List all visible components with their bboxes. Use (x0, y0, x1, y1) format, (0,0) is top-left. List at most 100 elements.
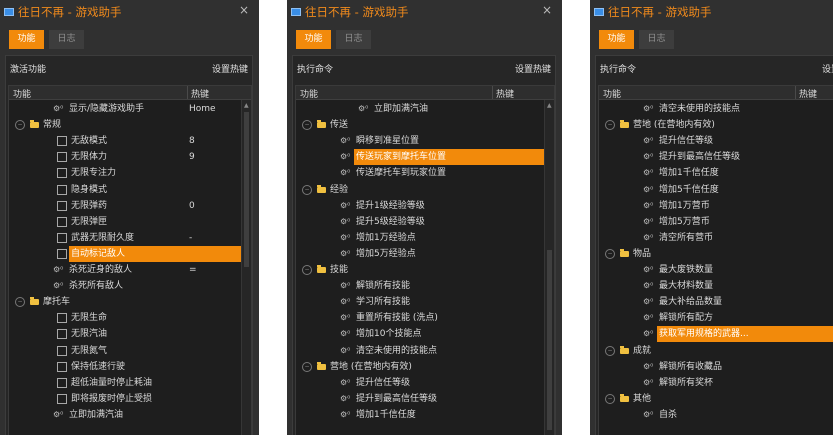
checkbox[interactable] (57, 361, 67, 372)
table-row[interactable]: 无敌模式 8 (9, 133, 251, 149)
column-header-hotkey[interactable]: 热键 (191, 87, 209, 100)
checkbox[interactable] (57, 152, 67, 163)
collapse-icon[interactable]: − (605, 120, 615, 131)
checkbox[interactable] (57, 232, 67, 243)
table-row[interactable]: ⚙⁰ 解锁所有奖杯 (599, 375, 833, 391)
checkbox[interactable] (57, 216, 67, 227)
table-row[interactable]: ⚙⁰ 增加1千信任度 (296, 407, 554, 423)
table-row[interactable]: ⚙⁰ 提升信任等级 (599, 133, 833, 149)
scrollbar-thumb[interactable] (547, 250, 552, 430)
table-row[interactable]: ⚙⁰ 提升1级经验等级 (296, 198, 554, 214)
checkbox[interactable] (57, 136, 67, 147)
table-row[interactable]: 无限弹匣 (9, 214, 251, 230)
collapse-icon[interactable]: − (605, 393, 615, 404)
tab-log[interactable]: 日志 (336, 30, 371, 49)
tree-group-row[interactable]: − 物品 (599, 246, 833, 262)
table-row[interactable]: ⚙⁰ 提升5级经验等级 (296, 214, 554, 230)
tab-log[interactable]: 日志 (49, 30, 84, 49)
checkbox[interactable] (57, 248, 67, 259)
table-row[interactable]: 无限弹药 0 (9, 198, 251, 214)
table-row[interactable]: ⚙⁰ 显示/隐藏游戏助手 Home (9, 101, 251, 117)
column-header-function[interactable]: 功能 (300, 87, 318, 100)
column-divider[interactable] (795, 86, 796, 99)
tab-functions[interactable]: 功能 (599, 30, 634, 49)
table-row[interactable]: ⚙⁰ 立即加满汽油 (9, 407, 251, 423)
tab-functions[interactable]: 功能 (296, 30, 331, 49)
table-row[interactable]: 武器无限耐久度 - (9, 230, 251, 246)
table-row[interactable]: ⚙⁰ 清空所有营币 (599, 230, 833, 246)
checkbox[interactable] (57, 329, 67, 340)
vertical-scrollbar[interactable]: ▲ (241, 100, 251, 435)
collapse-icon[interactable]: − (302, 184, 312, 195)
table-row[interactable]: 无限体力 9 (9, 149, 251, 165)
column-divider[interactable] (187, 86, 188, 99)
vertical-scrollbar[interactable]: ▲ (544, 100, 554, 435)
collapse-icon[interactable]: − (302, 120, 312, 131)
column-header-hotkey[interactable]: 热键 (799, 87, 817, 100)
tree-group-row[interactable]: − 传送 (296, 117, 554, 133)
table-row[interactable]: 自动标记敌人 (57, 245, 247, 262)
table-row[interactable]: ⚙⁰ 学习所有技能 (296, 294, 554, 310)
table-row[interactable]: 无限专注力 (9, 165, 251, 181)
table-row[interactable]: ⚙⁰ 增加1万经验点 (296, 230, 554, 246)
table-row[interactable]: ⚙⁰ 提升到最高信任等级 (599, 149, 833, 165)
checkbox[interactable] (57, 345, 67, 356)
table-row[interactable]: ⚙⁰ 最大补给品数量 (599, 294, 833, 310)
collapse-icon[interactable]: − (15, 120, 25, 131)
tree-group-row[interactable]: − 摩托车 (9, 294, 251, 310)
scroll-up-icon[interactable]: ▲ (244, 102, 249, 109)
collapse-icon[interactable]: − (302, 265, 312, 275)
set-hotkey-button[interactable]: 设置热键 (515, 62, 551, 75)
title-bar[interactable]: 往日不再 - 游戏助手 (590, 0, 833, 24)
table-row[interactable]: 无限汽油 (9, 326, 251, 342)
table-row[interactable]: 无限生命 (9, 310, 251, 326)
collapse-icon[interactable]: − (15, 297, 25, 308)
table-row[interactable]: ⚙⁰ 增加10个技能点 (296, 326, 554, 342)
table-row[interactable]: 无限氮气 (9, 343, 251, 359)
tree-group-row[interactable]: − 营地 (在营地内有效) (599, 117, 833, 133)
tree-group-row[interactable]: − 技能 (296, 262, 554, 278)
tab-functions[interactable]: 功能 (9, 30, 44, 49)
table-row[interactable]: ⚙⁰ 最大废铁数量 (599, 262, 833, 278)
table-row[interactable]: ⚙⁰ 获取军用规格的武器... (643, 326, 833, 343)
checkbox[interactable] (57, 313, 67, 324)
title-bar[interactable]: 往日不再 - 游戏助手 (0, 0, 259, 24)
table-row[interactable]: ⚙⁰ 传送玩家到摩托车位置 (340, 149, 552, 166)
column-header-hotkey[interactable]: 热键 (496, 87, 514, 100)
table-row[interactable]: ⚙⁰ 传送摩托车到玩家位置 (296, 165, 554, 181)
table-row[interactable]: ⚙⁰ 增加5万营币 (599, 214, 833, 230)
table-row[interactable]: ⚙⁰ 提升信任等级 (296, 375, 554, 391)
table-row[interactable]: 超低油量时停止耗油 (9, 375, 251, 391)
table-row[interactable]: ⚙⁰ 解锁所有技能 (296, 278, 554, 294)
table-row[interactable]: ⚙⁰ 增加5千信任度 (599, 182, 833, 198)
close-icon[interactable]: × (239, 3, 249, 17)
table-row[interactable]: ⚙⁰ 增加1万营币 (599, 198, 833, 214)
collapse-icon[interactable]: − (605, 248, 615, 259)
close-icon[interactable]: × (542, 3, 552, 17)
table-row[interactable]: ⚙⁰ 清空未使用的技能点 (599, 101, 833, 117)
table-row[interactable]: ⚙⁰ 解锁所有收藏品 (599, 359, 833, 375)
table-row[interactable]: 即将报废时停止受损 (9, 391, 251, 407)
checkbox[interactable] (57, 393, 67, 404)
collapse-icon[interactable]: − (605, 345, 615, 356)
tree-group-row[interactable]: − 营地 (在营地内有效) (296, 359, 554, 375)
table-row[interactable]: 保持低速行驶 (9, 359, 251, 375)
title-bar[interactable]: 往日不再 - 游戏助手 (287, 0, 562, 24)
checkbox[interactable] (57, 200, 67, 211)
set-hotkey-button[interactable]: 设置热键 (822, 62, 833, 75)
tree-group-row[interactable]: − 其他 (599, 391, 833, 407)
table-row[interactable]: ⚙⁰ 杀死近身的敌人 = (9, 262, 251, 278)
table-row[interactable]: ⚙⁰ 瞬移到准星位置 (296, 133, 554, 149)
table-row[interactable]: ⚙⁰ 解锁所有配方 (599, 310, 833, 326)
table-row[interactable]: 隐身模式 (9, 182, 251, 198)
scrollbar-thumb[interactable] (244, 112, 249, 267)
table-row[interactable]: ⚙⁰ 立即加满汽油 (296, 101, 554, 117)
tab-log[interactable]: 日志 (639, 30, 674, 49)
table-row[interactable]: ⚙⁰ 增加5万经验点 (296, 246, 554, 262)
checkbox[interactable] (57, 377, 67, 388)
table-row[interactable]: ⚙⁰ 最大材料数量 (599, 278, 833, 294)
table-row[interactable]: ⚙⁰ 增加1千信任度 (599, 165, 833, 181)
tree-group-row[interactable]: − 成就 (599, 343, 833, 359)
set-hotkey-button[interactable]: 设置热键 (212, 62, 248, 75)
collapse-icon[interactable]: − (302, 361, 312, 372)
